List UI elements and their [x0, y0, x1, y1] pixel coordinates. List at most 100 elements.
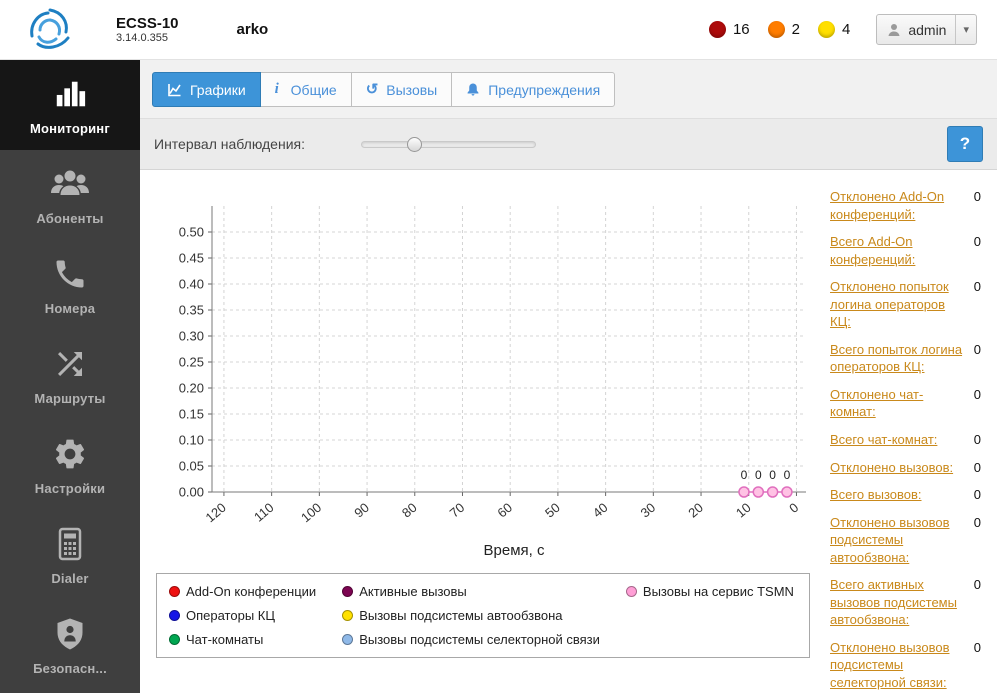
line-chart-canvas: 120 110 100 90 80 70 60 50 40 30 20 10 00.000.050.10…	[179, 206, 806, 525]
stat-link[interactable]: Всего чат-комнат:	[830, 431, 937, 449]
legend-color-dot	[625, 586, 637, 597]
svg-text:100: 100	[298, 500, 324, 525]
tab-bar: Графики i Общие ↺ Вызовы Предупреждения	[140, 60, 997, 118]
sidebar-item-label: Dialer	[51, 570, 89, 586]
alarm-minor-icon	[817, 21, 835, 38]
legend-color-dot	[169, 586, 180, 597]
svg-text:0.25: 0.25	[179, 355, 204, 370]
tab-label: Общие	[290, 81, 337, 98]
stat-value: 0	[973, 432, 981, 448]
svg-text:60: 60	[494, 500, 515, 521]
svg-text:50: 50	[542, 500, 563, 521]
stat-link[interactable]: Отклонено чат-комнат:	[830, 386, 966, 421]
svg-text:90: 90	[351, 500, 372, 521]
stat-link[interactable]: Всего вызовов:	[830, 486, 922, 504]
stat-link[interactable]: Всего попыток логина операторов КЦ:	[830, 341, 966, 376]
stat-row: Всего попыток логина операторов КЦ: 0	[830, 341, 981, 376]
sidebar-item-monitoring[interactable]: Мониторинг	[0, 60, 140, 150]
main-content: Графики i Общие ↺ Вызовы Предупреждения …	[140, 60, 997, 693]
chart-legend: Add-On конференции Операторы КЦ Чат-комн…	[156, 573, 810, 658]
alarm-major-count: 2	[791, 21, 800, 38]
sidebar-item-subscribers[interactable]: Абоненты	[0, 150, 140, 240]
dialer-keypad-icon	[50, 525, 90, 563]
user-icon	[888, 23, 900, 36]
legend-label: Вызовы подсистемы селекторной связи	[359, 632, 600, 647]
help-button[interactable]: ?	[947, 126, 983, 162]
stat-value: 0	[973, 514, 981, 530]
stat-value: 0	[973, 341, 981, 357]
alarm-major[interactable]: 2	[767, 21, 800, 38]
tab-calls[interactable]: ↺ Вызовы	[350, 72, 453, 107]
legend-label: Чат-комнаты	[186, 632, 264, 647]
alarm-major-icon	[767, 21, 785, 38]
top-header: ECSS-10 3.14.0.355 arko 16 2 4 admin ▾	[0, 0, 997, 60]
stats-panel: Отклонено Add-On конференций: 0 Всего Ad…	[828, 186, 987, 693]
alarm-indicators: 16 2 4	[708, 21, 850, 38]
svg-text:20: 20	[685, 500, 706, 521]
svg-text:0: 0	[741, 468, 748, 482]
legend-item: Активные вызовы	[342, 584, 600, 599]
tab-label: Графики	[190, 81, 246, 98]
legend-item: Чат-комнаты	[169, 632, 316, 647]
svg-text:70: 70	[447, 500, 468, 521]
stat-link[interactable]: Отклонено Add-On конференций:	[830, 188, 966, 223]
info-icon: i	[274, 81, 279, 97]
stat-link[interactable]: Отклонено вызовов подсистемы селекторной…	[830, 639, 966, 692]
svg-text:0.00: 0.00	[179, 485, 204, 500]
stat-row: Всего чат-комнат: 0	[830, 431, 981, 449]
chart-xlabel: Время, с	[483, 542, 545, 559]
svg-text:40: 40	[590, 500, 611, 521]
svg-text:110: 110	[251, 500, 277, 525]
stat-link[interactable]: Всего активных вызовов подсистемы автооб…	[830, 576, 966, 629]
alarm-minor[interactable]: 4	[817, 21, 850, 38]
sidebar-item-settings[interactable]: Настройки	[0, 420, 140, 510]
stat-value: 0	[973, 639, 981, 655]
tab-charts[interactable]: Графики	[152, 72, 261, 107]
user-menu[interactable]: admin ▾	[876, 14, 977, 45]
sidebar-item-label: Номера	[44, 300, 96, 316]
interval-slider[interactable]	[361, 136, 536, 152]
legend-label: Вызовы подсистемы автообзвона	[359, 608, 563, 623]
sidebar-item-routes[interactable]: Маршруты	[0, 330, 140, 420]
legend-item: Вызовы на сервис TSMN	[625, 584, 794, 599]
stat-row: Всего активных вызовов подсистемы автооб…	[830, 576, 981, 629]
stat-link[interactable]: Отклонено вызовов:	[830, 459, 953, 477]
alarm-critical-icon	[708, 21, 726, 38]
sidebar-item-dialer[interactable]: Dialer	[0, 510, 140, 600]
tab-general[interactable]: i Общие	[259, 72, 352, 107]
svg-text:0.40: 0.40	[179, 277, 204, 292]
stat-link[interactable]: Отклонено попыток логина операторов КЦ:	[830, 278, 966, 331]
host-name: arko	[236, 21, 269, 38]
sidebar-item-label: Абоненты	[36, 210, 104, 226]
stat-row: Всего вызовов: 0	[830, 486, 981, 504]
stat-row: Отклонено чат-комнат: 0	[830, 386, 981, 421]
sidebar-item-security[interactable]: Безопасн...	[0, 600, 140, 690]
ecss-logo-icon	[24, 6, 76, 54]
app-window: ECSS-10 3.14.0.355 arko 16 2 4 admin ▾ М…	[0, 0, 997, 693]
legend-item: Вызовы подсистемы селекторной связи	[342, 632, 600, 647]
sidebar-item-numbers[interactable]: Номера	[0, 240, 140, 330]
stat-value: 0	[973, 279, 981, 295]
user-name: admin	[908, 21, 947, 38]
legend-color-dot	[169, 634, 180, 645]
sidebar-item-label: Настройки	[34, 480, 106, 496]
bar-chart-icon	[50, 75, 90, 113]
svg-text:10: 10	[733, 500, 754, 521]
tab-warnings[interactable]: Предупреждения	[451, 72, 616, 107]
stat-link[interactable]: Отклонено вызовов подсистемы автообзвона…	[830, 514, 966, 567]
legend-item: Вызовы подсистемы автообзвона	[342, 608, 600, 623]
shuffle-icon	[50, 345, 90, 383]
svg-text:0.50: 0.50	[179, 225, 204, 240]
stat-value: 0	[973, 386, 981, 402]
alarm-critical[interactable]: 16	[708, 21, 750, 38]
interval-row: Интервал наблюдения: ?	[140, 118, 997, 170]
legend-color-dot	[342, 634, 354, 645]
chart-panel: 120 110 100 90 80 70 60 50 40 30 20 10 0 0.00 0.05 0.10…	[156, 186, 816, 693]
stat-link[interactable]: Всего Add-On конференций:	[830, 233, 966, 268]
slider-thumb[interactable]	[406, 136, 422, 152]
svg-text:0.10: 0.10	[179, 433, 204, 448]
brand-block: ECSS-10 3.14.0.355	[116, 15, 179, 45]
sidebar-item-label: Мониторинг	[30, 120, 110, 136]
svg-text:0: 0	[755, 468, 762, 482]
svg-text:0.45: 0.45	[179, 251, 204, 266]
